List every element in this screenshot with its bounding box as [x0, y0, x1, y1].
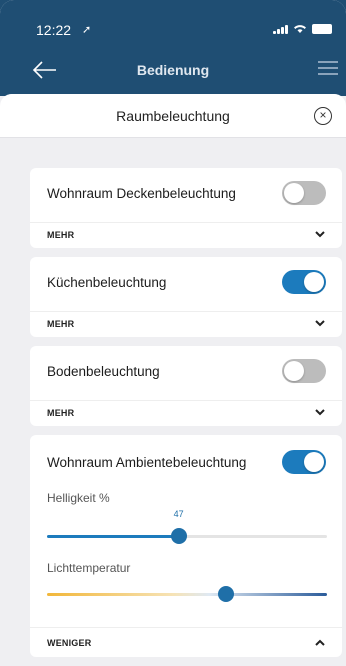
temperature-slider-track[interactable] [47, 593, 327, 596]
light-card-ceiling: Wohnraum Deckenbeleuchtung MEHR [30, 168, 342, 248]
expand-label: MEHR [47, 230, 75, 240]
chevron-down-icon [315, 409, 325, 416]
expand-row[interactable]: MEHR [30, 222, 342, 246]
room-lighting-sheet: Raumbeleuchtung × Wohnraum Deckenbeleuch… [0, 94, 346, 666]
expand-row[interactable]: MEHR [30, 400, 342, 424]
light-label: Küchenbeleuchtung [47, 275, 167, 290]
location-arrow-icon: ➚ [82, 24, 92, 36]
navigation-bar: Bedienung [0, 52, 346, 86]
expand-row[interactable]: MEHR [30, 311, 342, 335]
signal-icon [273, 24, 288, 34]
brightness-slider-thumb[interactable] [170, 528, 187, 544]
hamburger-menu-icon[interactable] [318, 58, 338, 80]
light-toggle-switch[interactable] [282, 450, 326, 474]
header: 12:22 ➚ Bedienung [0, 0, 346, 96]
chevron-up-icon [315, 639, 325, 646]
status-time: 12:22 [36, 22, 72, 38]
brightness-value: 47 [173, 509, 184, 519]
wifi-icon [294, 25, 306, 33]
brightness-slider-track[interactable] [47, 535, 327, 538]
temperature-slider-thumb[interactable] [218, 586, 235, 602]
light-toggle-switch[interactable] [282, 181, 326, 205]
nav-title: Bedienung [136, 62, 210, 78]
light-label: Bodenbeleuchtung [47, 364, 160, 379]
battery-icon [312, 24, 332, 34]
app-screen: 12:22 ➚ Bedienung Raumbeleuchtung × Wohn… [0, 0, 346, 666]
expand-label: MEHR [47, 408, 75, 418]
collapse-row[interactable]: WENIGER [30, 627, 342, 657]
expand-label: MEHR [47, 319, 75, 329]
status-bar: 12:22 ➚ [0, 0, 346, 40]
collapse-label: WENIGER [47, 638, 92, 648]
chevron-down-icon [315, 320, 325, 327]
close-circle-icon[interactable]: × [314, 107, 332, 125]
temperature-label: Lichttemperatur [47, 561, 131, 575]
light-card-kitchen: Küchenbeleuchtung MEHR [30, 257, 342, 337]
status-icons [273, 24, 332, 34]
light-toggle-switch[interactable] [282, 270, 326, 294]
sheet-title: Raumbeleuchtung [116, 108, 230, 124]
light-label: Wohnraum Ambientebeleuchtung [47, 455, 247, 470]
chevron-down-icon [315, 231, 325, 238]
brightness-label: Helligkeit % [47, 491, 110, 505]
light-label: Wohnraum Deckenbeleuchtung [47, 186, 236, 201]
light-toggle-switch[interactable] [282, 359, 326, 383]
light-card-ambient: Wohnraum Ambientebeleuchtung Helligkeit … [30, 435, 342, 657]
sheet-header: Raumbeleuchtung × [0, 94, 346, 138]
light-card-floor: Bodenbeleuchtung MEHR [30, 346, 342, 426]
